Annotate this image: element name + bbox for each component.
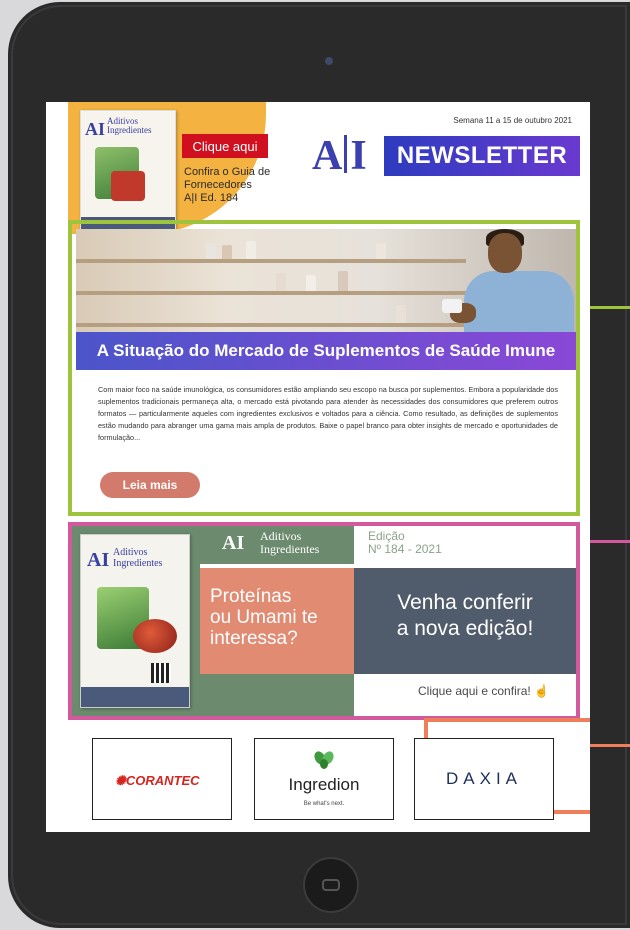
edition-invite: Venha conferir a nova edição! (396, 591, 534, 640)
cover-product-image-2 (111, 171, 145, 201)
edition-cover-logo-text: Aditivos Ingredientes (113, 547, 163, 569)
corantec-logo: ✺CORANTEC (115, 773, 200, 788)
click-here-button[interactable]: Clique aqui (182, 134, 268, 158)
edition-question: Proteínas ou Umami te interessa? (210, 586, 318, 649)
edition-banner[interactable]: AI Aditivos Ingredientes AI Aditivos Ingre… (68, 522, 580, 720)
edition-number: Edição Nº 184 - 2021 (368, 529, 442, 556)
edition-cover-logo: AI (87, 549, 110, 571)
cover-logo-text: Aditivos Ingredientes (107, 116, 152, 135)
edition-logo-text: Aditivos Ingredientes (260, 529, 320, 556)
person-image (428, 229, 576, 341)
sponsor-corantec[interactable]: ✺CORANTEC (92, 738, 232, 820)
article-title[interactable]: A Situação do Mercado de Suplementos de … (76, 332, 576, 370)
newsletter-screen: AI Aditivos Ingredientes Clique aqui Conf… (46, 102, 590, 832)
edition-cover-image[interactable]: AI Aditivos Ingredientes (80, 534, 190, 708)
camera-icon (325, 57, 333, 65)
ai-logo: AI (312, 133, 367, 179)
cursor-hand-icon: ☝ (534, 684, 550, 698)
guide-cover-image[interactable]: AI Aditivos Ingredientes (80, 110, 176, 236)
guide-text: Confira o Guia de Fornecedores A|I Ed. 1… (184, 166, 271, 204)
edition-question-panel: Proteínas ou Umami te interessa? (200, 568, 354, 674)
sponsors-row: ✺CORANTEC Ingredion Be what's next. DAXI… (68, 718, 590, 830)
sponsor-daxia[interactable]: DAXIA (414, 738, 554, 820)
sponsor-ingredion[interactable]: Ingredion Be what's next. (254, 738, 394, 820)
qr-code-icon (151, 663, 171, 683)
daxia-logo: DAXIA (445, 769, 523, 788)
ingredion-logo: Ingredion (288, 775, 360, 794)
featured-article[interactable]: A Situação do Mercado de Suplementos de … (68, 220, 580, 516)
read-more-button[interactable]: Leia mais (100, 472, 200, 498)
cover-logo: AI (85, 119, 106, 139)
pharmacy-image (76, 229, 576, 341)
edition-logo: AI (222, 532, 245, 554)
article-body: Com maior foco na saúde imunológica, os … (98, 385, 558, 442)
home-button[interactable] (303, 857, 359, 913)
edition-cover-strip (81, 687, 189, 707)
newsletter-banner: NEWSLETTER (384, 136, 580, 176)
ingredion-tagline: Be what's next. (303, 801, 345, 807)
edition-green-footer (200, 674, 354, 716)
stage: AI Aditivos Ingredientes Clique aqui Conf… (0, 0, 630, 930)
home-icon (322, 879, 340, 891)
edition-cta-link[interactable]: Clique aqui e confira! ☝ (418, 684, 549, 698)
edition-cover-fruit (133, 619, 177, 653)
week-date: Semana 11 a 15 de outubro 2021 (453, 116, 572, 125)
ingredion-leaf-icon (314, 751, 334, 769)
edition-invite-panel: Venha conferir a nova edição! (354, 568, 576, 674)
